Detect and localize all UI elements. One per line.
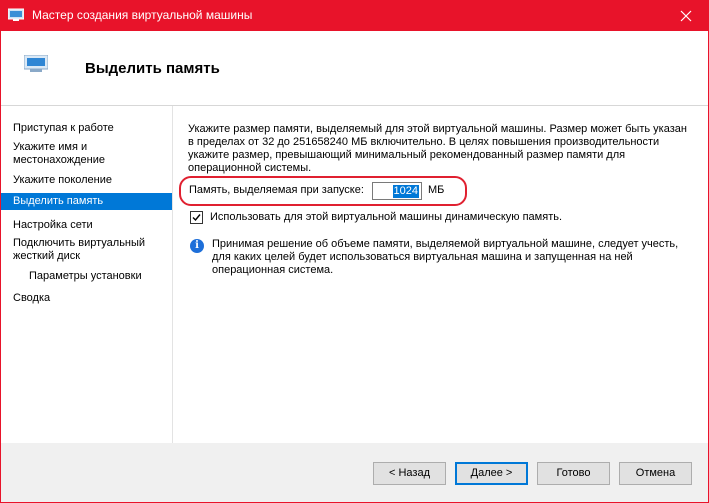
- dynamic-memory-checkbox[interactable]: [190, 211, 203, 224]
- nav-step-network[interactable]: Настройка сети: [1, 219, 172, 232]
- nav-step-summary[interactable]: Сводка: [1, 292, 172, 305]
- info-icon: i: [190, 239, 204, 253]
- next-button[interactable]: Далее >: [455, 462, 528, 485]
- close-button[interactable]: [663, 0, 709, 31]
- memory-value: 1024: [392, 185, 419, 198]
- back-button[interactable]: < Назад: [373, 462, 446, 485]
- window-title: Мастер создания виртуальной машины: [32, 8, 253, 22]
- info-text: Принимая решение об объеме памяти, выдел…: [212, 238, 679, 276]
- nav-step-hard-disk[interactable]: Подключить виртуальный жесткий диск: [1, 237, 151, 263]
- memory-description: Укажите размер памяти, выделяемый для эт…: [188, 123, 687, 174]
- nav-step-generation[interactable]: Укажите поколение: [1, 174, 172, 187]
- nav-step-memory[interactable]: Выделить память: [1, 193, 172, 210]
- nav-step-getting-started[interactable]: Приступая к работе: [1, 122, 172, 135]
- title-bar: Мастер создания виртуальной машины: [0, 0, 709, 31]
- cancel-button[interactable]: Отмена: [619, 462, 692, 485]
- page-title: Выделить память: [85, 60, 220, 77]
- virtual-machine-icon: [8, 8, 24, 21]
- nav-step-install-options[interactable]: Параметры установки: [1, 270, 172, 283]
- finish-button[interactable]: Готово: [537, 462, 610, 485]
- dynamic-memory-label[interactable]: Использовать для этой виртуальной машины…: [210, 211, 562, 223]
- virtual-machine-icon: [24, 55, 48, 72]
- memory-label: Память, выделяемая при запуске:: [189, 184, 364, 196]
- wizard-header: Выделить память: [1, 31, 708, 106]
- memory-input[interactable]: 1024: [372, 182, 422, 200]
- wizard-steps-nav: Приступая к работе Укажите имя и местона…: [1, 106, 173, 443]
- memory-unit: МБ: [428, 184, 445, 196]
- checkmark-icon: [192, 214, 201, 222]
- nav-step-name-location[interactable]: Укажите имя и местонахождение: [1, 141, 172, 167]
- close-icon: [680, 10, 692, 21]
